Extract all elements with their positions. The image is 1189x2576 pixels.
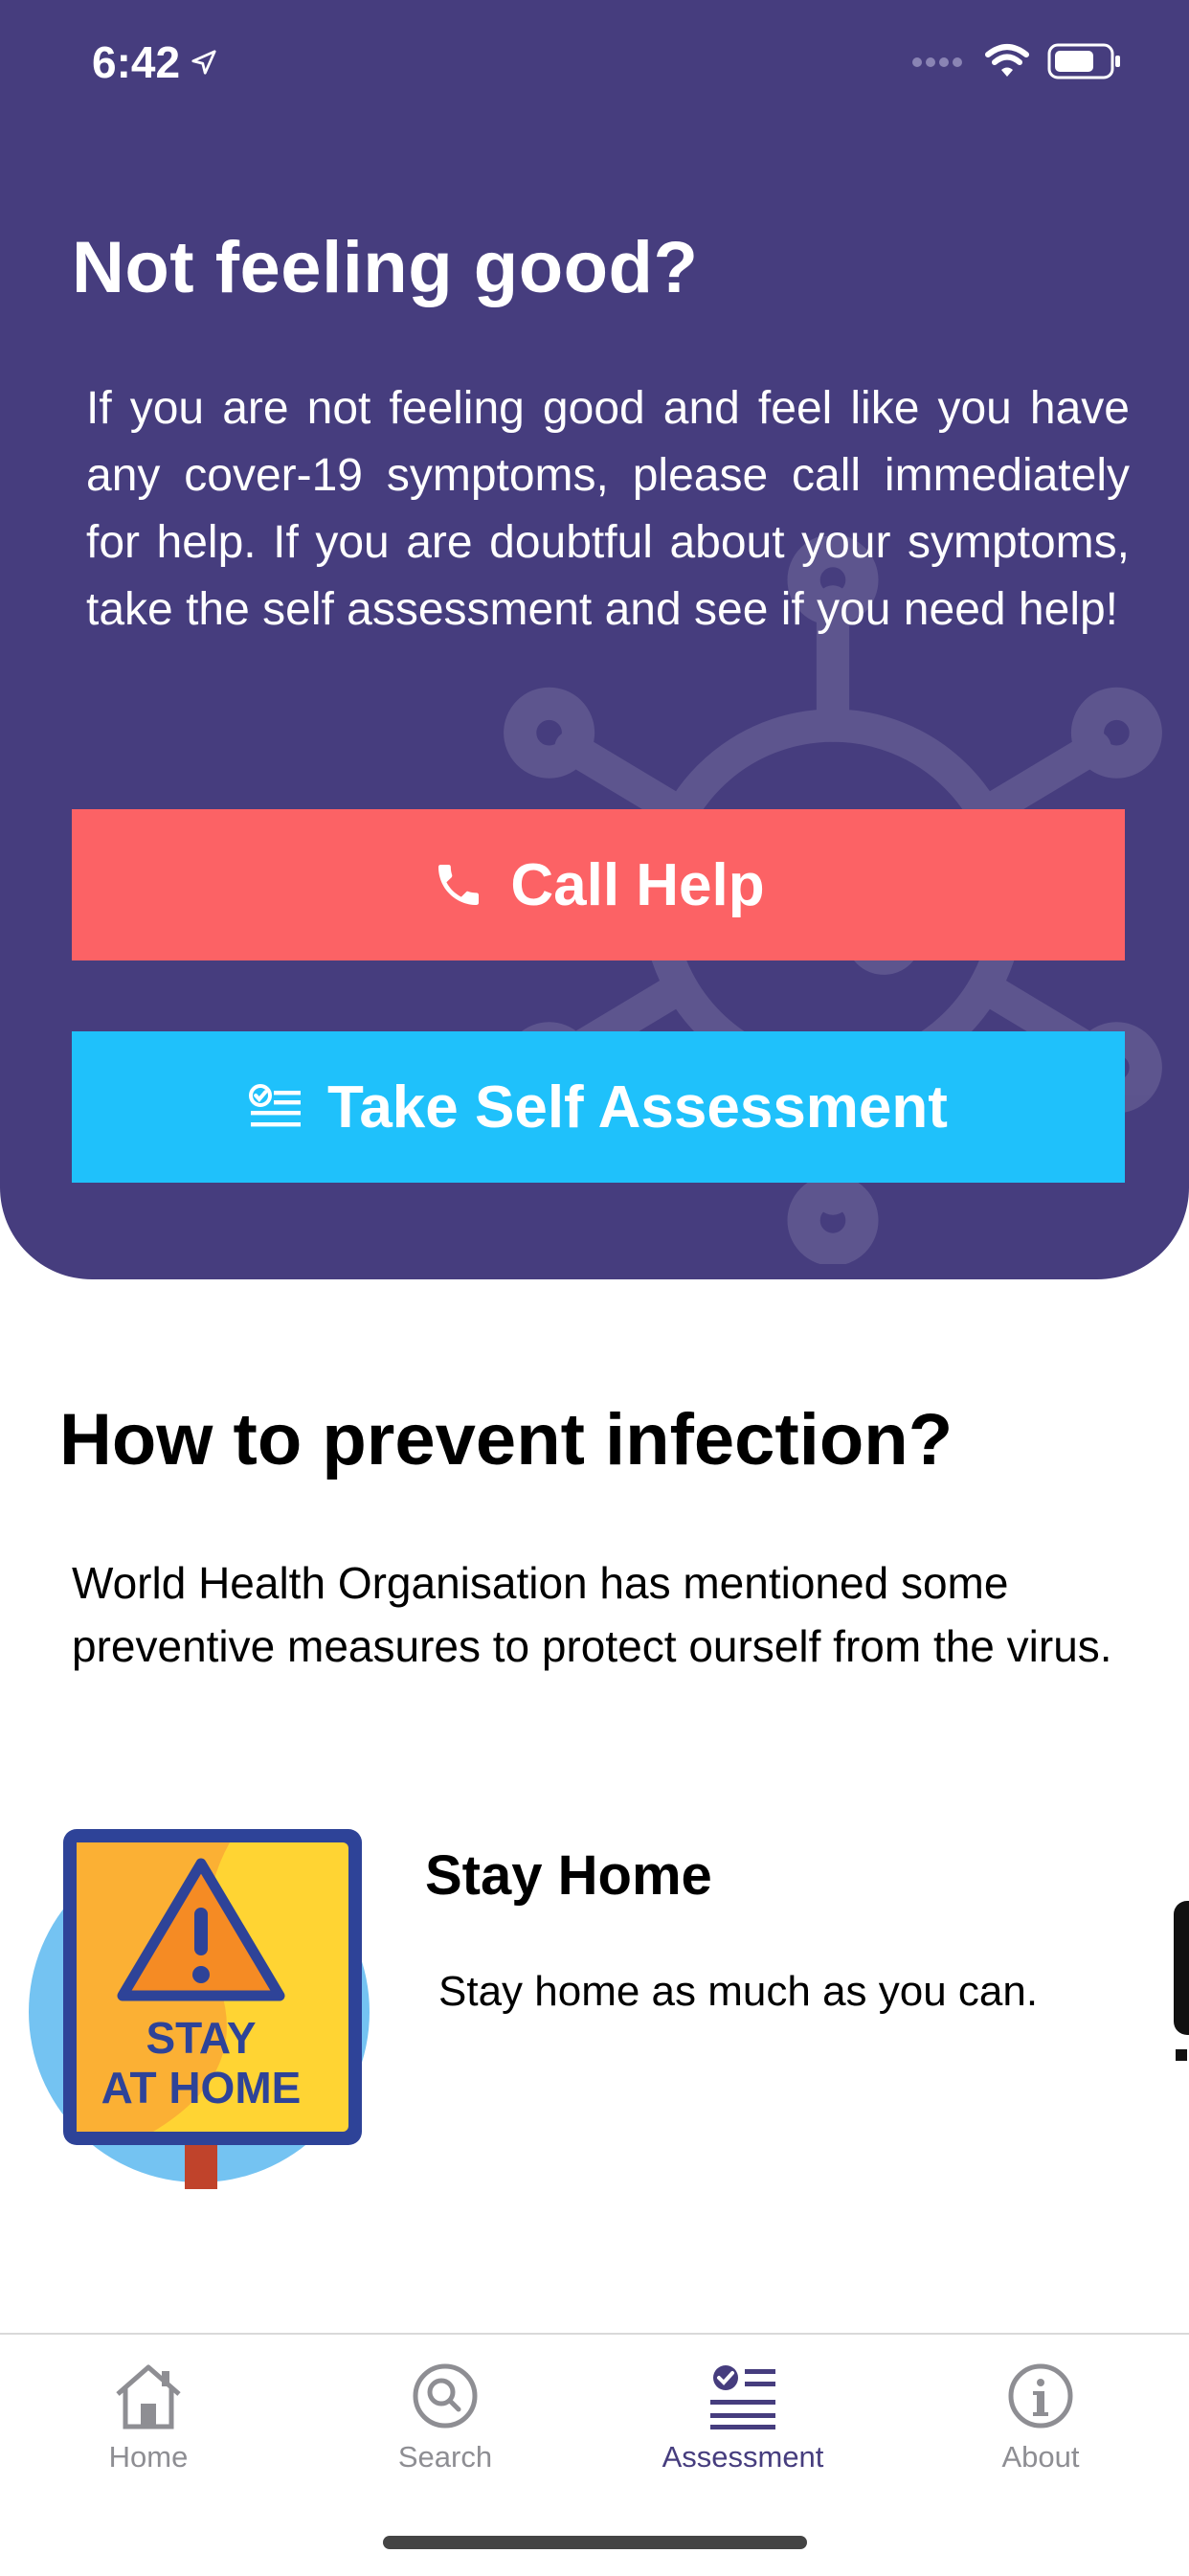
checklist-icon (249, 1084, 302, 1127)
phone-icon (438, 865, 480, 905)
wifi-icon (985, 44, 1029, 77)
home-indicator[interactable] (383, 2536, 807, 2549)
tab-search[interactable]: Search (349, 2361, 541, 2474)
sign-text-line2: AT HOME (101, 2063, 302, 2113)
prevention-title: How to prevent infection? (59, 1399, 953, 1480)
hero-card: 6:42 Not feeling good? If you are not fe… (0, 0, 1189, 1279)
take-self-assessment-button[interactable]: Take Self Assessment (72, 1031, 1125, 1183)
tab-assessment[interactable]: Assessment (647, 2361, 839, 2474)
location-arrow-icon (191, 50, 216, 75)
tab-home-label: Home (108, 2440, 189, 2474)
tab-assessment-label: Assessment (662, 2440, 824, 2474)
tab-about-label: About (1001, 2440, 1080, 2474)
call-help-label: Call Help (510, 851, 765, 918)
tab-about[interactable]: About (945, 2361, 1136, 2474)
next-card-peek[interactable] (1174, 1901, 1189, 2035)
tab-home[interactable]: Home (53, 2361, 244, 2474)
hero-description: If you are not feeling good and feel lik… (86, 383, 1130, 635)
call-help-button[interactable]: Call Help (72, 809, 1125, 960)
stay-at-home-sign-icon: STAY AT HOME (29, 1829, 370, 2189)
battery-icon (1047, 43, 1120, 79)
status-bar-indicators (911, 42, 1122, 80)
tab-search-label: Search (397, 2440, 493, 2474)
hero-title: Not feeling good? (72, 227, 699, 308)
signal-icon (912, 57, 962, 67)
card-text: Stay home as much as you can. (438, 1968, 1039, 2015)
info-icon (1008, 2363, 1073, 2429)
card-title: Stay Home (425, 1844, 712, 1907)
checklist-icon (710, 2365, 775, 2429)
status-bar-time: 6:42 (92, 36, 218, 88)
search-icon (413, 2363, 478, 2429)
take-self-assessment-label: Take Self Assessment (327, 1073, 948, 1141)
prevention-description: World Health Organisation has mentioned … (72, 1558, 1112, 1671)
next-card-peek-dot (1176, 2049, 1187, 2061)
sign-text-line1: STAY (146, 2013, 256, 2063)
home-icon (116, 2364, 181, 2429)
